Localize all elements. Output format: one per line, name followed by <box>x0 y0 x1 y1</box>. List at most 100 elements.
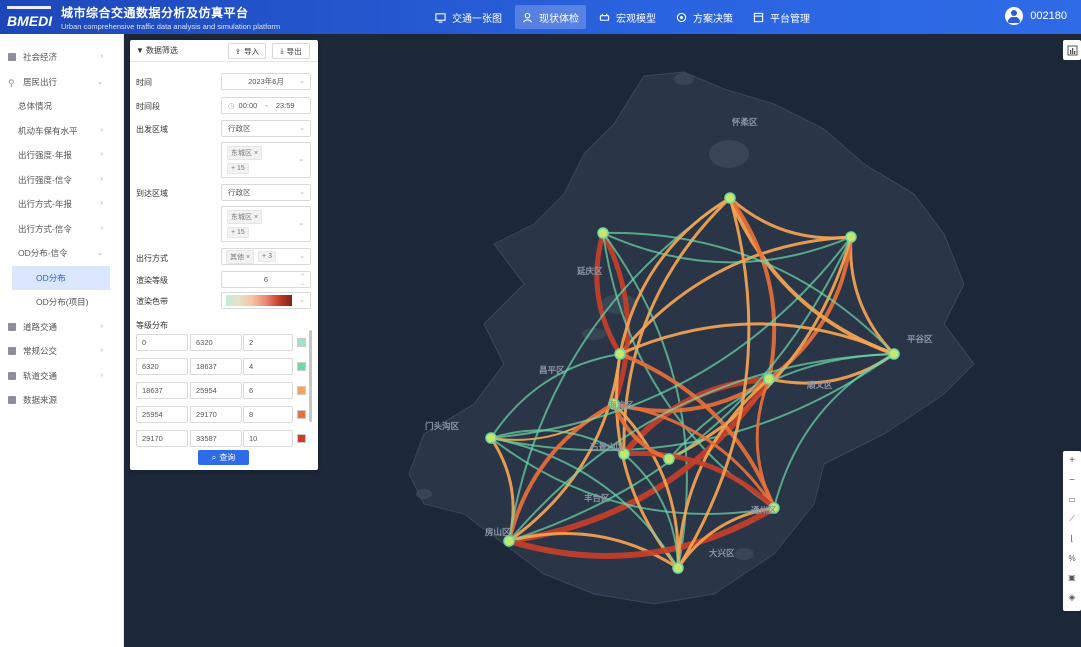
sidebar-item-overview[interactable]: 总体情况 <box>0 94 123 119</box>
period-picker[interactable]: ◷ 00:00 - 23:59 <box>221 97 311 114</box>
origin-multiselect[interactable]: 东城区 × + 15 ⌄ <box>221 142 311 178</box>
sidebar-item-label: 总体情况 <box>18 101 53 112</box>
district-label: 平谷区 <box>907 334 933 344</box>
close-icon[interactable]: × <box>254 150 258 157</box>
dest-type-select[interactable]: 行政区 ⌄ <box>221 184 311 201</box>
ruler-button[interactable]: ⟋ <box>1063 510 1081 530</box>
picture-button[interactable]: ▣ <box>1063 568 1081 588</box>
panel-scrollbar[interactable] <box>309 330 312 422</box>
sidebar-item-rail[interactable]: 轨道交通 › <box>0 364 123 389</box>
measure-area-icon: ⌊ <box>1070 534 1074 544</box>
sidebar-item-od-project[interactable]: OD分布(项目) <box>0 290 123 315</box>
query-button[interactable]: ⌕ 查询 <box>198 450 249 465</box>
sidebar-item-bus[interactable]: 常规公交 › <box>0 339 123 364</box>
mode-tag-text: 其他 <box>230 253 244 261</box>
export-button[interactable]: ⤓ 导出 <box>272 43 310 59</box>
sidebar-item-label: 常规公交 <box>23 346 58 357</box>
user-menu[interactable]: 002180 <box>1005 7 1067 25</box>
close-icon[interactable]: × <box>254 214 258 221</box>
sidebar-item-label: 社会经济 <box>23 52 58 63</box>
time-picker[interactable]: 2023年6月 ⌄ <box>221 73 311 90</box>
range-max-cell[interactable]: 33587 <box>190 430 242 447</box>
import-button[interactable]: ⇪ 导入 <box>228 43 266 59</box>
sidebar-item-mode-signal[interactable]: 出行方式-信令 › <box>0 217 123 242</box>
od-node[interactable] <box>614 348 626 360</box>
close-icon[interactable]: × <box>246 254 250 261</box>
sidebar-item-road-traffic[interactable]: 道路交通 › <box>0 315 123 340</box>
range-min-cell[interactable]: 6320 <box>136 358 188 375</box>
sidebar-item-od-signal[interactable]: OD分布-信令 ⌄ <box>0 241 123 266</box>
layers-button[interactable]: ◈ <box>1063 588 1081 608</box>
mode-multiselect[interactable]: 其他 × + 3 ⌄ <box>221 248 311 265</box>
period-label: 时间段 <box>136 102 160 111</box>
range-min-cell[interactable]: 0 <box>136 334 188 351</box>
period-end: 23:59 <box>275 101 295 110</box>
line-width-cell[interactable]: 4 <box>243 358 293 375</box>
line-width-cell[interactable]: 8 <box>243 406 293 423</box>
color-swatch[interactable] <box>297 338 306 347</box>
sidebar-item-data-source[interactable]: 数据来源 <box>0 388 123 413</box>
range-max-cell[interactable]: 29170 <box>190 406 242 423</box>
brand: 城市综合交通数据分析及仿真平台 Urban comprehensive traf… <box>61 4 280 31</box>
zoom-in-button[interactable]: + <box>1063 451 1081 471</box>
od-node[interactable] <box>485 432 497 444</box>
od-node[interactable] <box>888 348 900 360</box>
stepper-arrows-icon[interactable]: ⌃ ⌄ <box>300 273 305 287</box>
level-stepper[interactable]: 6 ⌃ ⌄ <box>221 271 311 288</box>
origin-tag[interactable]: 东城区 × <box>227 146 263 160</box>
measure-area-button[interactable]: ⌊ <box>1063 529 1081 549</box>
panel-title: 数据筛选 <box>145 46 178 55</box>
upload-icon: ⇪ <box>234 46 242 56</box>
dest-multiselect[interactable]: 东城区 × + 15 ⌄ <box>221 206 311 242</box>
od-node[interactable] <box>663 453 675 465</box>
sidebar-item-vehicle-ownership[interactable]: 机动车保有水平 › <box>0 119 123 144</box>
sidebar-item-intensity-annual[interactable]: 出行强度-年报 › <box>0 143 123 168</box>
range-min-cell[interactable]: 18637 <box>136 382 188 399</box>
od-node[interactable] <box>724 192 736 204</box>
nav-platform-admin[interactable]: 平台管理 <box>746 5 817 29</box>
color-swatch[interactable] <box>297 362 306 371</box>
svg-text:BMEDI: BMEDI <box>7 13 53 29</box>
nav-traffic-map[interactable]: 交通一张图 <box>428 5 509 29</box>
nav-status-check[interactable]: 现状体检 <box>515 5 586 29</box>
line-width-cell[interactable]: 6 <box>243 382 293 399</box>
chevron-right-icon: › <box>100 53 103 60</box>
filter-panel: ▼ 数据筛选 ⇪ 导入 ⤓ 导出 时间 2023年6月 ⌄ 时间段 ◷ 00:00 -… <box>130 40 318 470</box>
chevron-down-icon: ⌄ <box>299 253 305 260</box>
range-max-cell[interactable]: 25954 <box>190 382 242 399</box>
nav-plan-decision[interactable]: 方案决策 <box>669 5 740 29</box>
sidebar-item-od-distribution[interactable]: OD分布 <box>12 265 110 290</box>
origin-type-select[interactable]: 行政区 ⌄ <box>221 120 311 137</box>
picture-icon: ▣ <box>1068 573 1076 583</box>
od-node[interactable] <box>597 227 609 239</box>
range-min-cell[interactable]: 29170 <box>136 430 188 447</box>
color-swatch[interactable] <box>297 434 306 443</box>
mode-tag[interactable]: 其他 × <box>226 249 255 264</box>
sidebar-item-resident-travel[interactable]: ⚲ 居民出行 ⌄ <box>0 70 123 95</box>
zoom-out-button[interactable]: − <box>1063 471 1081 491</box>
sidebar-item-intensity-signal[interactable]: 出行强度-信令 › <box>0 168 123 193</box>
color-ramp-select[interactable]: ⌄ <box>221 292 311 309</box>
line-width-cell[interactable]: 10 <box>243 430 293 447</box>
sidebar-item-mode-annual[interactable]: 出行方式-年报 › <box>0 192 123 217</box>
slash-button[interactable]: % <box>1063 549 1081 569</box>
sidebar-item-socioeconomic[interactable]: 社会经济 › <box>0 45 123 70</box>
app-header: BMEDI 城市综合交通数据分析及仿真平台 Urban comprehensiv… <box>0 0 1081 34</box>
chart-toggle-button[interactable] <box>1063 40 1081 60</box>
origin-type-value: 行政区 <box>228 124 251 133</box>
range-min-cell[interactable]: 25954 <box>136 406 188 423</box>
od-flow-arc <box>618 322 896 356</box>
od-node[interactable] <box>672 562 684 574</box>
chevron-right-icon: › <box>100 200 103 207</box>
line-width-cell[interactable]: 2 <box>243 334 293 351</box>
range-max-cell[interactable]: 6320 <box>190 334 242 351</box>
range-max-cell[interactable]: 18637 <box>190 358 242 375</box>
nav-macro-model[interactable]: 宏观模型 <box>592 5 663 29</box>
image-button[interactable]: ▭ <box>1063 490 1081 510</box>
od-node[interactable] <box>845 231 857 243</box>
chevron-right-icon: › <box>100 151 103 158</box>
color-swatch[interactable] <box>297 410 306 419</box>
od-node[interactable] <box>763 373 775 385</box>
dest-tag[interactable]: 东城区 × <box>227 210 263 224</box>
color-swatch[interactable] <box>297 386 306 395</box>
